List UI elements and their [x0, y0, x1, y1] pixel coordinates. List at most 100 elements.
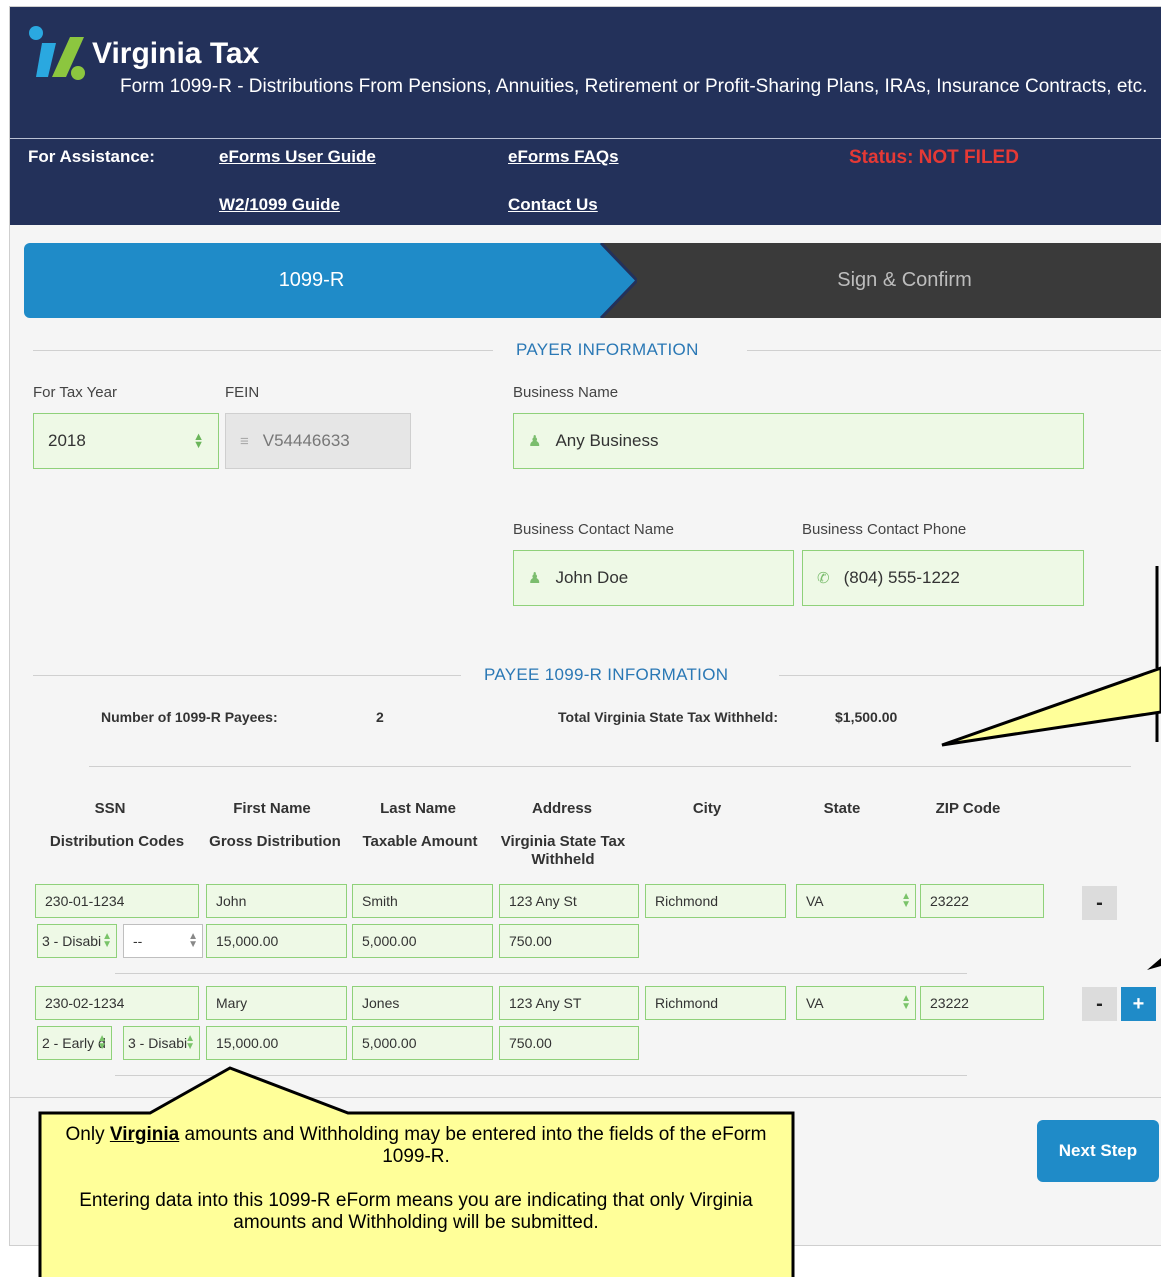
- payee2-first-name-input[interactable]: Mary: [206, 986, 347, 1020]
- row-divider: [115, 1075, 967, 1076]
- payee2-last-name-input[interactable]: Jones: [352, 986, 493, 1020]
- contact-name-label: Business Contact Name: [513, 521, 674, 538]
- payee1-zip-input[interactable]: 23222: [920, 884, 1044, 918]
- payee1-state-select[interactable]: VA ▲ ▼: [796, 884, 916, 918]
- spinner-arrows-icon: ▲ ▼: [97, 1033, 107, 1052]
- fein-value: V54446633: [262, 431, 350, 450]
- payee2-city-input[interactable]: Richmond: [645, 986, 786, 1020]
- payee2-code2-value: 3 - Disabi: [128, 1035, 188, 1051]
- step-sign-confirm[interactable]: Sign & Confirm: [599, 243, 1161, 318]
- remove-payee1-button[interactable]: -: [1082, 886, 1117, 920]
- business-name-value: Any Business: [555, 431, 659, 450]
- user-icon: ♟: [528, 433, 542, 450]
- spinner-arrows-icon: ▲ ▼: [102, 931, 112, 950]
- assistance-label: For Assistance:: [28, 147, 155, 166]
- payee2-address-input[interactable]: 123 Any ST: [499, 986, 639, 1020]
- tax-year-select[interactable]: 2018 ▲ ▼: [33, 413, 219, 469]
- header-first-name: First Name: [233, 800, 311, 817]
- header-address: Address: [531, 800, 593, 817]
- business-name-input[interactable]: ♟ Any Business: [513, 413, 1084, 469]
- spinner-arrows-icon: ▲ ▼: [193, 431, 204, 451]
- payee1-code2-select[interactable]: -- ▲ ▼: [123, 924, 203, 958]
- payee1-code2-value: --: [133, 933, 143, 949]
- fein-label: FEIN: [225, 384, 260, 401]
- payee1-code1-value: 3 - Disabi: [42, 933, 102, 949]
- filing-status: Status: NOT FILED: [849, 147, 1019, 168]
- progress-steps: Sign & Confirm 1099-R: [24, 243, 1161, 318]
- payee1-city-input[interactable]: Richmond: [645, 884, 786, 918]
- contact-phone-value: (804) 555-1222: [843, 568, 960, 587]
- header-va-withheld: Virginia State Tax Withheld: [500, 833, 626, 868]
- contact-name-input[interactable]: ♟ John Doe: [513, 550, 794, 606]
- header-last-name: Last Name: [380, 800, 456, 817]
- fein-field: ≡ V54446633: [225, 413, 411, 469]
- payee-count-label: Number of 1099-R Payees:: [101, 709, 278, 725]
- phone-icon: ✆: [817, 570, 830, 587]
- callout-note: Only Virginia amounts and Withholding ma…: [46, 1124, 786, 1234]
- tax-year-label: For Tax Year: [33, 384, 117, 401]
- remove-payee2-button[interactable]: -: [1082, 987, 1117, 1021]
- callout-line1: Only Virginia amounts and Withholding ma…: [65, 1124, 767, 1167]
- payee2-zip-input[interactable]: 23222: [920, 986, 1044, 1020]
- header-state: State: [823, 800, 861, 817]
- list-icon: ≡: [240, 432, 249, 450]
- payee2-code2-select[interactable]: 3 - Disabi ▲ ▼: [123, 1026, 200, 1060]
- contact-us-link[interactable]: Contact Us: [508, 195, 598, 215]
- w2-1099-guide-link[interactable]: W2/1099 Guide: [219, 195, 340, 215]
- callout-emphasis: Virginia: [109, 1124, 180, 1145]
- spinner-arrows-icon: ▲ ▼: [188, 931, 198, 950]
- header-ssn: SSN: [94, 800, 126, 817]
- payee-section-title: PAYEE 1099-R INFORMATION: [484, 665, 729, 684]
- payee1-gross-input[interactable]: 15,000.00: [206, 924, 347, 958]
- payee2-gross-input[interactable]: 15,000.00: [206, 1026, 347, 1060]
- payee1-taxable-input[interactable]: 5,000.00: [352, 924, 493, 958]
- payee2-withheld-input[interactable]: 750.00: [499, 1026, 639, 1060]
- header-gross-distribution: Gross Distribution: [209, 833, 341, 850]
- spinner-arrows-icon: ▲ ▼: [901, 891, 911, 910]
- payee1-address-input[interactable]: 123 Any St: [499, 884, 639, 918]
- callout-line2: Entering data into this 1099-R eForm mea…: [79, 1190, 753, 1233]
- payee2-state-value: VA: [806, 995, 824, 1011]
- payee1-first-name-input[interactable]: John: [206, 884, 347, 918]
- payee1-ssn-input[interactable]: 230-01-1234: [35, 884, 199, 918]
- payee2-taxable-input[interactable]: 5,000.00: [352, 1026, 493, 1060]
- brand-name: Virginia Tax: [92, 37, 260, 70]
- payee2-state-select[interactable]: VA ▲ ▼: [796, 986, 916, 1020]
- total-withheld-value: $1,500.00: [835, 709, 898, 725]
- add-payee-button[interactable]: +: [1121, 987, 1156, 1021]
- contact-phone-input[interactable]: ✆ (804) 555-1222: [802, 550, 1084, 606]
- contact-name-value: John Doe: [555, 568, 629, 587]
- payee2-code1-select[interactable]: 2 - Early d ▲ ▼: [37, 1026, 112, 1060]
- spinner-arrows-icon: ▲ ▼: [185, 1033, 195, 1052]
- payee1-code1-select[interactable]: 3 - Disabi ▲ ▼: [37, 924, 117, 958]
- contact-phone-label: Business Contact Phone: [802, 521, 967, 538]
- header-zip: ZIP Code: [935, 800, 1001, 817]
- footer-divider: [10, 1097, 1161, 1098]
- spinner-arrows-icon: ▲ ▼: [901, 993, 911, 1012]
- payee-section-header: PAYEE 1099-R INFORMATION: [33, 665, 1161, 685]
- payee-count-value: 2: [376, 709, 384, 725]
- row-divider: [115, 973, 967, 974]
- summary-divider: [89, 766, 1131, 767]
- eforms-faqs-link[interactable]: eForms FAQs: [508, 147, 619, 167]
- header-city: City: [692, 800, 722, 817]
- payee1-state-value: VA: [806, 893, 824, 909]
- site-header: Virginia Tax Form 1099-R - Distributions…: [10, 7, 1161, 225]
- payer-section-header: PAYER INFORMATION: [33, 340, 1161, 360]
- payee2-ssn-input[interactable]: 230-02-1234: [35, 986, 199, 1020]
- header-taxable-amount: Taxable Amount: [362, 833, 478, 850]
- step-1099r[interactable]: 1099-R: [24, 243, 599, 318]
- payer-section-title: PAYER INFORMATION: [516, 340, 699, 359]
- virginia-tax-logo: [29, 26, 85, 80]
- header-divider: [10, 138, 1161, 139]
- tax-year-value: 2018: [48, 431, 86, 450]
- app-window: Virginia Tax Form 1099-R - Distributions…: [9, 6, 1161, 1246]
- step-arrow-icon: [597, 243, 637, 318]
- business-name-label: Business Name: [513, 384, 619, 401]
- payee1-withheld-input[interactable]: 750.00: [499, 924, 639, 958]
- total-withheld-label: Total Virginia State Tax Withheld:: [558, 709, 779, 725]
- eforms-user-guide-link[interactable]: eForms User Guide: [219, 147, 376, 167]
- form-subtitle: Form 1099-R - Distributions From Pension…: [120, 76, 1148, 97]
- payee1-last-name-input[interactable]: Smith: [352, 884, 493, 918]
- next-step-button[interactable]: Next Step: [1037, 1120, 1159, 1182]
